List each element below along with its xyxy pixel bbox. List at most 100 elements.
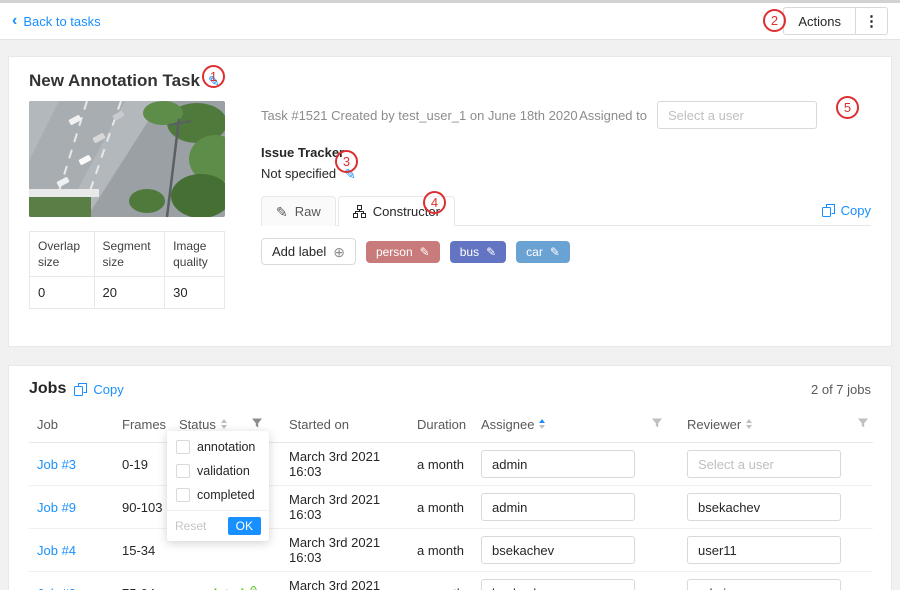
job-8-reviewer-input[interactable] (687, 579, 841, 590)
job-9-frames: 90-103 (114, 486, 171, 529)
label-chip-car[interactable]: car ✎ (516, 241, 570, 263)
job-4-reviewer-input[interactable] (687, 536, 841, 564)
task-preview-image (29, 101, 225, 217)
label-chip-person[interactable]: person ✎ (366, 241, 440, 263)
validation-checkbox[interactable] (176, 464, 190, 478)
job-8-link[interactable]: Job #8 (37, 586, 76, 590)
params-header-row: Overlap size Segment size Image quality (30, 232, 225, 277)
filter-reset-button[interactable]: Reset (175, 519, 206, 533)
completed-option-label: completed (197, 488, 255, 502)
reviewer-sort-control[interactable] (746, 416, 752, 432)
label-person-name: person (376, 245, 413, 259)
back-to-tasks-label: Back to tasks (23, 14, 100, 29)
col-assignee: Assignee (473, 406, 643, 443)
label-bus-name: bus (460, 245, 479, 259)
copy-jobs-label: Copy (93, 382, 123, 397)
col-job: Job (29, 406, 114, 443)
task-assignee-input[interactable] (657, 101, 817, 129)
job-row-4: Job #4 15-34 March 3rd 2021 16:03 a mont… (29, 529, 873, 572)
annotation-marker-3: 3 (335, 150, 358, 173)
job-9-reviewer-filler (849, 486, 873, 529)
jobs-count: 2 of 7 jobs (811, 382, 871, 397)
job-9-duration: a month (409, 486, 473, 529)
jobs-table-header-row: Job Frames Status Started on Duration (29, 406, 873, 443)
params-value-row: 0 20 30 (30, 277, 225, 309)
task-left-column: Overlap size Segment size Image quality … (29, 101, 225, 330)
status-filter-dropdown: annotation validation completed Reset OK (167, 431, 269, 541)
image-quality-header: Image quality (165, 232, 225, 277)
copy-labels-link[interactable]: Copy (822, 203, 871, 225)
overlap-size-header: Overlap size (30, 232, 95, 277)
back-to-tasks-link[interactable]: ‹ Back to tasks (12, 13, 101, 29)
job-4-link[interactable]: Job #4 (37, 543, 76, 558)
filter-option-annotation[interactable]: annotation (167, 435, 269, 459)
edit-label-car-icon[interactable]: ✎ (550, 246, 560, 258)
annotation-marker-4: 4 (423, 191, 446, 214)
actions-button[interactable]: Actions ⋮ (783, 7, 888, 35)
job-4-duration: a month (409, 529, 473, 572)
task-right-column: Task #1521 Created by test_user_1 on Jun… (261, 101, 871, 330)
job-8-reviewer-filler (849, 572, 873, 590)
back-chevron-icon: ‹ (12, 13, 17, 29)
job-8-status-text: completed (179, 586, 244, 590)
job-row-3: Job #3 0-19 March 3rd 2021 16:03 a month (29, 443, 873, 486)
job-3-reviewer-input[interactable] (687, 450, 841, 478)
copy-jobs-link[interactable]: Copy (74, 382, 123, 397)
raw-tab-label: Raw (295, 204, 321, 219)
tab-raw[interactable]: ✎ Raw (261, 196, 336, 226)
status-filter-icon[interactable] (251, 417, 263, 429)
job-8-assignee-filler (643, 572, 679, 590)
jobs-table: Job Frames Status Started on Duration (29, 406, 873, 590)
labels-row: Add label ⊕ person ✎ bus ✎ (261, 238, 871, 265)
validation-option-label: validation (197, 464, 250, 478)
job-8-frames: 75-94 (114, 572, 171, 590)
filter-dropdown-footer: Reset OK (167, 510, 269, 541)
jobs-title: Jobs (29, 380, 66, 398)
label-chip-bus[interactable]: bus ✎ (450, 241, 506, 263)
labels-tab-bar: ✎ Raw Constructor (261, 195, 871, 226)
col-started: Started on (281, 406, 409, 443)
assigned-to-group: Assigned to (579, 101, 817, 129)
task-body: Overlap size Segment size Image quality … (29, 101, 871, 330)
label-car-name: car (526, 245, 543, 259)
job-8-started: March 3rd 2021 16:03 (281, 572, 409, 590)
job-9-reviewer-input[interactable] (687, 493, 841, 521)
actions-button-label[interactable]: Actions (784, 8, 855, 34)
job-3-frames: 0-19 (114, 443, 171, 486)
job-3-assignee-input[interactable] (481, 450, 635, 478)
filter-ok-button[interactable]: OK (228, 517, 261, 535)
assignee-filter-icon[interactable] (651, 417, 663, 429)
filter-option-validation[interactable]: validation (167, 459, 269, 483)
copy-icon (822, 204, 835, 217)
labels-constructor-content: Add label ⊕ person ✎ bus ✎ (261, 226, 871, 330)
job-row-8: Job #8 75-94 completed ? March 3rd 2021 … (29, 572, 873, 590)
more-options-icon[interactable]: ⋮ (855, 8, 887, 34)
annotation-marker-5: 5 (836, 96, 859, 119)
task-details-card: New Annotation Task ✎ (8, 56, 892, 347)
col-assignee-label: Assignee (481, 417, 534, 432)
reviewer-filter-icon[interactable] (857, 417, 869, 429)
col-reviewer-label: Reviewer (687, 417, 741, 432)
col-status-label: Status (179, 417, 216, 432)
edit-label-person-icon[interactable]: ✎ (420, 246, 430, 258)
task-meta-row: Task #1521 Created by test_user_1 on Jun… (261, 101, 871, 129)
job-8-assignee-input[interactable] (481, 579, 635, 590)
status-sort-control[interactable] (221, 416, 227, 432)
job-8-status-filler (243, 572, 281, 590)
assignee-sort-control[interactable] (539, 416, 545, 432)
annotation-checkbox[interactable] (176, 440, 190, 454)
job-3-link[interactable]: Job #3 (37, 457, 76, 472)
annotation-marker-2: 2 (763, 9, 786, 32)
add-label-button[interactable]: Add label ⊕ (261, 238, 356, 265)
job-9-link[interactable]: Job #9 (37, 500, 76, 515)
copy-icon (74, 383, 87, 396)
raw-tab-icon: ✎ (276, 205, 288, 219)
job-3-reviewer-filler (849, 443, 873, 486)
edit-label-bus-icon[interactable]: ✎ (486, 246, 496, 258)
job-4-assignee-input[interactable] (481, 536, 635, 564)
segment-size-header: Segment size (94, 232, 165, 277)
job-9-assignee-input[interactable] (481, 493, 635, 521)
completed-checkbox[interactable] (176, 488, 190, 502)
filter-option-completed[interactable]: completed (167, 483, 269, 507)
job-3-assignee-filler (643, 443, 679, 486)
